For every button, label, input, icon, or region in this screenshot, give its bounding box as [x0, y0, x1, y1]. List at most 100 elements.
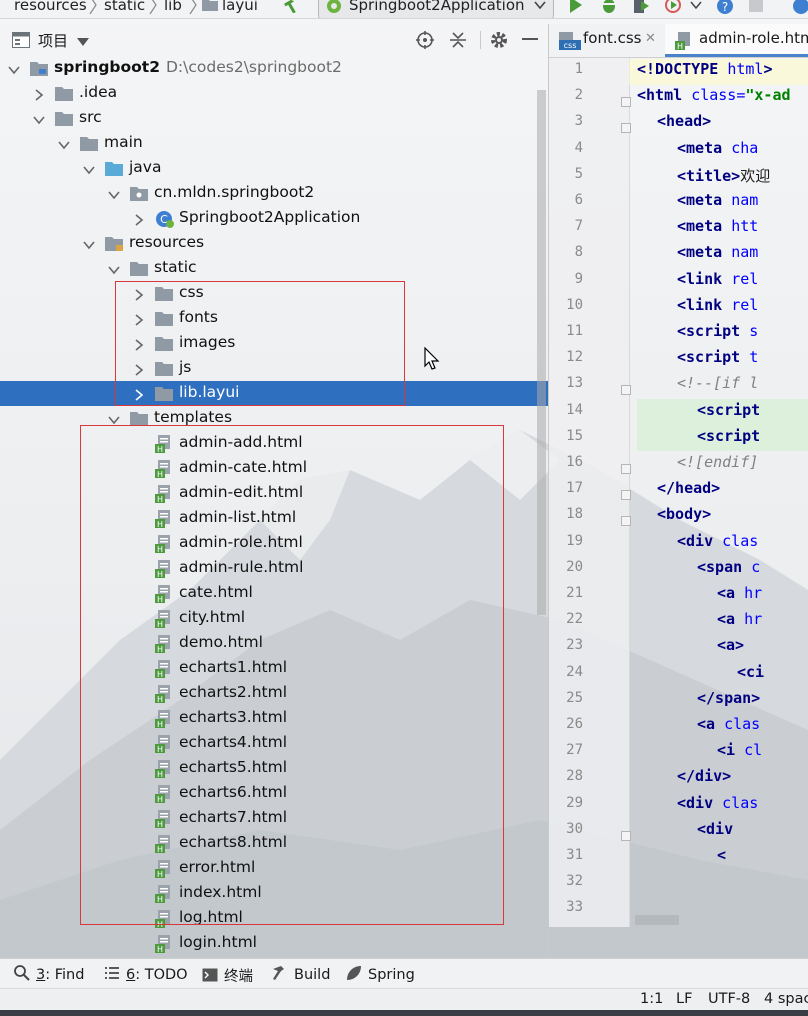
tree-item-folder[interactable]: cn.mldn.springboot2: [0, 181, 548, 206]
tree-item-file[interactable]: Hcity.html: [0, 606, 548, 631]
code-line[interactable]: <script t: [677, 348, 758, 366]
tree-item-file[interactable]: Hecharts5.html: [0, 756, 548, 781]
tree-item-folder[interactable]: C Springboot2Application: [0, 206, 548, 231]
code-line[interactable]: <![endif]: [677, 453, 758, 471]
tree-item-file[interactable]: Hadmin-edit.html: [0, 481, 548, 506]
chevron-down-icon[interactable]: [33, 112, 45, 125]
tree-item-folder[interactable]: springboot2 D:\codes2\springboot2: [0, 56, 548, 81]
chevron-right-icon[interactable]: [133, 212, 145, 226]
code-line[interactable]: <script s: [677, 322, 758, 340]
tree-item-folder[interactable]: static: [0, 256, 548, 281]
tool-button-spring-leaf[interactable]: Spring: [346, 965, 415, 985]
tree-item-file[interactable]: Hecharts2.html: [0, 681, 548, 706]
tree-item-folder[interactable]: .idea: [0, 81, 548, 106]
fold-marker-icon[interactable]: [621, 512, 631, 527]
chevron-down-icon[interactable]: [690, 0, 702, 17]
chevron-down-icon[interactable]: [108, 412, 120, 425]
chevron-right-icon[interactable]: [133, 337, 145, 351]
tree-item-file[interactable]: Hecharts8.html: [0, 831, 548, 856]
tree-item-folder[interactable]: js: [0, 356, 548, 381]
code-line[interactable]: <meta nam: [677, 191, 758, 209]
code-line[interactable]: </div>: [677, 767, 731, 785]
tree-item-folder[interactable]: css: [0, 281, 548, 306]
code-line[interactable]: <meta cha: [677, 139, 758, 157]
panel-divider[interactable]: [548, 24, 549, 958]
debug-icon[interactable]: [600, 0, 618, 17]
chevron-down-icon[interactable]: [83, 237, 95, 250]
hammer-build-icon[interactable]: [284, 0, 304, 17]
profile-icon[interactable]: [664, 0, 684, 17]
code-line[interactable]: <title>欢迎: [677, 165, 770, 186]
chevron-down-icon[interactable]: [76, 34, 90, 52]
code-line[interactable]: <html class="x-ad: [637, 86, 791, 104]
code-line[interactable]: <link rel: [677, 270, 758, 288]
tree-item-file[interactable]: Hecharts4.html: [0, 731, 548, 756]
breadcrumb-layui[interactable]: layui: [222, 0, 258, 14]
tab-admin-role-html[interactable]: H admin-role.htm: [665, 24, 808, 57]
chevron-down-icon[interactable]: [58, 137, 70, 150]
tool-button-hammer[interactable]: Build: [272, 965, 330, 985]
help-icon[interactable]: ?: [716, 0, 734, 18]
coverage-icon[interactable]: [632, 0, 650, 17]
tree-item-file[interactable]: Hecharts6.html: [0, 781, 548, 806]
code-line[interactable]: <!--[if l: [677, 374, 758, 392]
tree-item-folder[interactable]: java: [0, 156, 548, 181]
close-icon[interactable]: ✕: [645, 31, 656, 46]
code-line[interactable]: <a hr: [717, 584, 762, 602]
fold-marker-icon[interactable]: [621, 827, 631, 841]
code-line[interactable]: <!DOCTYPE html>: [637, 60, 772, 78]
collapse-all-icon[interactable]: [450, 31, 466, 53]
code-line[interactable]: <i cl: [717, 741, 762, 759]
stop-icon[interactable]: [748, 0, 764, 17]
chevron-down-icon[interactable]: [108, 187, 120, 200]
tree-item-file[interactable]: Herror.html: [0, 856, 548, 881]
fold-marker-icon[interactable]: [621, 381, 631, 396]
code-line[interactable]: <body>: [657, 505, 711, 523]
tool-button-terminal[interactable]: 终端: [202, 965, 253, 987]
chevron-down-icon[interactable]: [83, 162, 95, 175]
tree-item-folder[interactable]: images: [0, 331, 548, 356]
file-encoding[interactable]: UTF-8: [708, 991, 750, 1007]
tree-item-file[interactable]: Hadmin-add.html: [0, 431, 548, 456]
breadcrumb-resources[interactable]: resources: [14, 0, 87, 14]
run-icon[interactable]: [568, 0, 584, 17]
chevron-down-icon[interactable]: [8, 62, 20, 75]
code-editor[interactable]: 1 <!DOCTYPE html> 2 <html class="x-ad 3 <head…: [549, 57, 808, 927]
editor-horizontal-scrollbar[interactable]: [635, 915, 679, 925]
code-line[interactable]: <script: [697, 427, 760, 445]
update-icon[interactable]: [792, 0, 808, 18]
run-configuration-dropdown[interactable]: Springboot2Application: [318, 0, 554, 18]
code-line[interactable]: <ci: [737, 663, 764, 681]
minimize-icon[interactable]: [522, 38, 538, 40]
breadcrumb-static[interactable]: static: [104, 0, 145, 14]
indent-setting[interactable]: 4 spac: [764, 991, 808, 1007]
tree-item-folder[interactable]: main: [0, 131, 548, 156]
code-line[interactable]: <meta nam: [677, 243, 758, 261]
chevron-right-icon[interactable]: [133, 387, 145, 401]
code-line[interactable]: <: [717, 846, 726, 864]
code-line[interactable]: <link rel: [677, 296, 758, 314]
tree-item-file[interactable]: Hecharts7.html: [0, 806, 548, 831]
tree-item-folder[interactable]: lib.layui: [0, 381, 548, 406]
breadcrumb-lib[interactable]: lib: [164, 0, 182, 14]
tree-item-file[interactable]: Hadmin-list.html: [0, 506, 548, 531]
tool-button-search[interactable]: 3: Find: [14, 965, 84, 985]
tree-item-file[interactable]: Hindex.html: [0, 881, 548, 906]
chevron-right-icon[interactable]: [133, 362, 145, 376]
tree-item-file[interactable]: Hadmin-cate.html: [0, 456, 548, 481]
code-line[interactable]: </head>: [657, 479, 720, 497]
caret-position[interactable]: 1:1: [640, 991, 663, 1007]
tree-item-file[interactable]: Hdemo.html: [0, 631, 548, 656]
tree-scrollbar[interactable]: [537, 90, 546, 615]
code-line[interactable]: <div clas: [677, 532, 758, 550]
code-line[interactable]: <meta htt: [677, 217, 758, 235]
chevron-right-icon[interactable]: [133, 287, 145, 301]
chevron-down-icon[interactable]: [108, 262, 120, 275]
fold-marker-icon[interactable]: [621, 460, 631, 474]
tool-button-todo-list[interactable]: 6: TODO: [104, 965, 188, 985]
code-line[interactable]: <span c: [697, 558, 760, 576]
project-panel-title[interactable]: 项目: [38, 30, 68, 51]
fold-marker-icon[interactable]: [621, 486, 631, 501]
line-separator[interactable]: LF: [676, 991, 692, 1007]
chevron-right-icon[interactable]: [133, 312, 145, 326]
